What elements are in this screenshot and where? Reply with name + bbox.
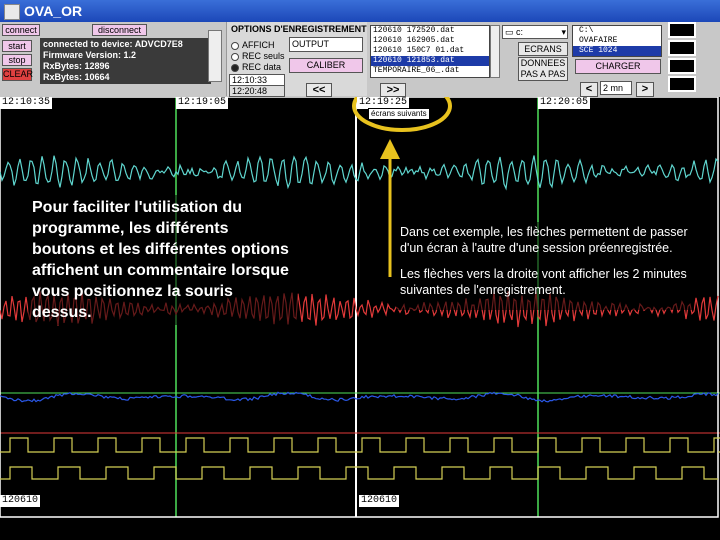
device-status-line: RxBytes: 12896 [43, 61, 110, 71]
radio-icon [231, 52, 239, 61]
window-title: OVA_OR [24, 3, 83, 19]
channel-indicator [668, 22, 696, 38]
calibrate-button[interactable]: CALIBER [289, 58, 363, 73]
session-list-scrollbar[interactable] [490, 25, 500, 78]
ecrans-button[interactable]: ECRANS [518, 42, 568, 56]
control-panel: connect disconnect start stop CLEAR conn… [0, 22, 720, 97]
next-session-button[interactable]: >> [380, 83, 406, 97]
session-file-item[interactable]: 120610 150C7 01.dat [371, 46, 489, 56]
prev-screen-button[interactable]: < [580, 82, 598, 97]
window-titlebar: OVA_OR [0, 0, 720, 22]
folder-item[interactable]: C:\ [573, 26, 661, 36]
device-status-line: RxBytes: 10664 [43, 72, 110, 82]
session-file-item[interactable]: TEMPORAIRE_06_.dat [371, 66, 489, 76]
time-label: 12:20:05 [538, 97, 591, 109]
radio-selected-icon [231, 63, 239, 72]
time-label: 12:19:05 [176, 97, 229, 109]
device-status-panel: connected to device: ADVCD7E8 Firmware V… [40, 38, 211, 84]
channel-indicator [668, 40, 696, 56]
annotation-right: Dans cet exemple, les flèches permettent… [396, 222, 694, 310]
recording-options-title: OPTIONS D'ENREGISTREMENT [231, 24, 367, 34]
donnees-pas-a-pas-button[interactable]: DONNEES PAS A PAS [518, 57, 568, 81]
annotation-left: Pour faciliter l'utilisation du programm… [28, 195, 298, 325]
drive-icon: ▭ [505, 27, 517, 37]
yellow-pulse-trace [0, 466, 718, 480]
radio-icon [231, 41, 239, 50]
date-label: 120610 [0, 495, 41, 507]
option-affich[interactable]: AFFICH [231, 40, 275, 50]
device-status-line: connected to device: ADVCD7E8 [43, 39, 183, 49]
blue-trace [0, 391, 719, 403]
time-label: 12:10:35 [0, 97, 53, 109]
output-filename-field[interactable]: OUTPUT [289, 37, 363, 52]
status-scrollbar[interactable] [208, 30, 222, 82]
recording-options-group: OPTIONS D'ENREGISTREMENT AFFICH REC seul… [226, 22, 367, 97]
next-screen-button[interactable]: > [636, 82, 654, 97]
start-button[interactable]: start [2, 40, 32, 52]
annotation-right-paragraph: Dans cet exemple, les flèches permettent… [400, 225, 688, 255]
stop-button[interactable]: stop [2, 54, 32, 66]
clear-button[interactable]: CLEAR [2, 68, 33, 81]
annotation-right-paragraph: Les flèches vers la droite vont afficher… [400, 267, 687, 297]
highlight-arrow-head [380, 139, 400, 159]
app-icon [4, 4, 20, 20]
session-file-item[interactable]: 120610 172520.dat [371, 26, 489, 36]
channel-indicator [668, 76, 696, 92]
prev-session-button[interactable]: << [306, 83, 332, 97]
session-file-list[interactable]: 120610 172520.dat 120610 162905.dat 1206… [370, 25, 490, 78]
drive-select[interactable]: ▭ c: ▾ [502, 25, 568, 39]
charger-button[interactable]: CHARGER [575, 59, 661, 74]
cyan-trace [0, 155, 719, 191]
channel-indicator [668, 58, 696, 74]
date-label: 120610 [359, 495, 400, 507]
end-time-field: 12:20:48 [229, 85, 285, 97]
duration-field[interactable]: 2 mn [600, 81, 632, 95]
session-file-item[interactable]: 120610 162905.dat [371, 36, 489, 46]
session-file-item-selected[interactable]: 120610 121853.dat [371, 56, 489, 66]
chevron-down-icon: ▾ [561, 27, 566, 37]
disconnect-button[interactable]: disconnect [92, 24, 147, 36]
folder-item-selected[interactable]: SCE 1024 [573, 46, 661, 56]
connect-button[interactable]: connect [2, 24, 40, 36]
folder-item[interactable]: OVAFAIRE [573, 36, 661, 46]
folder-tree[interactable]: C:\ OVAFAIRE SCE 1024 [572, 25, 662, 57]
next-screen-tooltip: écrans suivants [368, 108, 430, 120]
option-rec-seuls[interactable]: REC seuls [231, 51, 285, 61]
option-rec-data[interactable]: REC data [231, 62, 281, 72]
device-status-line: Firmware Version: 1.2 [43, 50, 137, 60]
yellow-pulse-trace [0, 437, 720, 453]
